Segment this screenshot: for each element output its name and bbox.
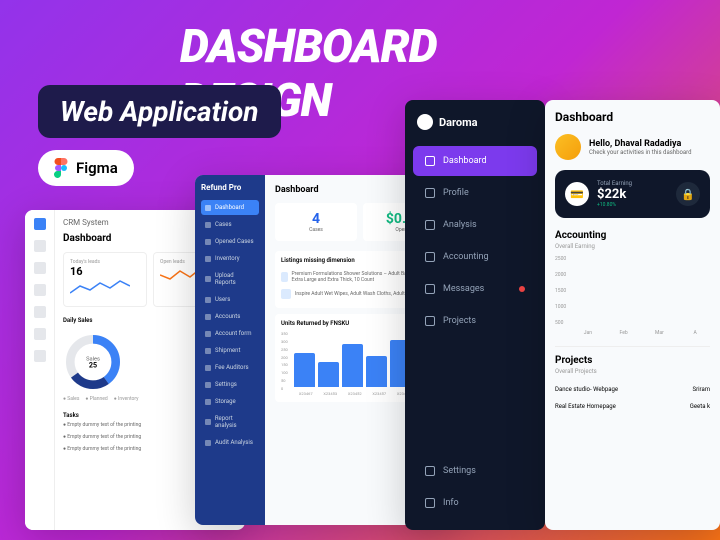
project-row[interactable]: Dance studio- WebpageSriram [555, 381, 710, 398]
donut-chart: Sales 25 [63, 332, 123, 392]
refund-nav-item[interactable]: Account form [201, 326, 259, 341]
figma-badge: Figma [38, 150, 134, 186]
earning-card[interactable]: 💳 Total Earning $22k +10.80% 🔒 [555, 170, 710, 218]
greeting-name: Hello, Dhaval Radadiya [589, 139, 692, 149]
daroma-nav-accounting[interactable]: Accounting [413, 242, 537, 272]
wallet-icon [425, 252, 435, 262]
lock-icon: 🔒 [676, 182, 700, 206]
daroma-nav-profile[interactable]: Profile [413, 178, 537, 208]
refund-brand: Refund Pro [201, 183, 259, 192]
daroma-nav-dashboard[interactable]: Dashboard [413, 146, 537, 176]
refund-nav-item[interactable]: Inventory [201, 251, 259, 266]
projects-title: Projects [555, 355, 710, 366]
x-axis: Jan Feb Mar A [555, 330, 710, 336]
project-row[interactable]: Real Estate HomepageGeeta k [555, 398, 710, 415]
figma-icon [54, 158, 68, 178]
crm-nav-item[interactable] [34, 262, 46, 274]
dashboard-panel: Dashboard Hello, Dhaval Radadiya Check y… [545, 100, 720, 530]
y-axis: 350300250200150100500 [281, 331, 290, 391]
daroma-nav-analysis[interactable]: Analysis [413, 210, 537, 240]
refund-sidebar: Refund Pro Dashboard Cases Opened Cases … [195, 175, 265, 525]
daroma-nav-info[interactable]: Info [413, 488, 537, 518]
daroma-nav-projects[interactable]: Projects [413, 306, 537, 336]
wallet-icon: 💳 [565, 182, 589, 206]
crm-nav-item[interactable] [34, 306, 46, 318]
subtitle-badge: Web Application [38, 85, 281, 138]
refund-nav-item[interactable]: Upload Reports [201, 268, 259, 290]
daroma-logo-icon [417, 114, 433, 130]
dash-title: Dashboard [555, 110, 710, 124]
crm-nav-item[interactable] [34, 240, 46, 252]
refund-nav-dashboard[interactable]: Dashboard [201, 200, 259, 215]
crm-nav-item[interactable] [34, 328, 46, 340]
daroma-nav-messages[interactable]: Messages [413, 274, 537, 304]
daroma-nav-settings[interactable]: Settings [413, 456, 537, 486]
refund-nav-item[interactable]: Opened Cases [201, 234, 259, 249]
refund-nav-item[interactable]: Settings [201, 377, 259, 392]
earning-growth: +10.80% [597, 202, 632, 208]
refund-nav-item[interactable]: Cases [201, 217, 259, 232]
figma-label: Figma [76, 159, 118, 177]
crm-card-value: 16 [70, 265, 140, 278]
refund-nav-item[interactable]: Audit Analysis [201, 435, 259, 450]
message-icon [425, 284, 435, 294]
avatar[interactable] [555, 134, 581, 160]
chart-icon [425, 220, 435, 230]
greeting-sub: Check your activities in this dashboard [589, 149, 692, 156]
refund-nav-item[interactable]: Storage [201, 394, 259, 409]
refund-nav-item[interactable]: Report analysis [201, 411, 259, 433]
crm-nav-item[interactable] [34, 284, 46, 296]
info-icon [425, 498, 435, 508]
daroma-sidebar: Daroma Dashboard Profile Analysis Accoun… [405, 100, 545, 530]
refund-nav-item[interactable]: Accounts [201, 309, 259, 324]
accounting-chart [570, 256, 588, 326]
projects-sub: Overall Projects [555, 368, 710, 375]
product-icon [281, 272, 288, 282]
accounting-title: Accounting [555, 230, 710, 241]
notification-dot-icon [519, 286, 525, 292]
y-axis: 2500200015001000500 [555, 256, 566, 326]
refund-nav-item[interactable]: Fee Auditors [201, 360, 259, 375]
crm-nav-item[interactable] [34, 350, 46, 362]
product-icon [281, 289, 291, 299]
grid-icon [205, 205, 211, 211]
svg-text:25: 25 [89, 361, 97, 370]
crm-sidebar [25, 210, 55, 530]
earning-value: $22k [597, 187, 632, 202]
gear-icon [425, 466, 435, 476]
accounting-sub: Overall Earning [555, 243, 710, 250]
daroma-brand: Daroma [405, 100, 545, 144]
edit-icon [425, 316, 435, 326]
user-icon [425, 188, 435, 198]
refund-nav-item[interactable]: Shipment [201, 343, 259, 358]
refund-nav-item[interactable]: Users [201, 292, 259, 307]
crm-nav-dashboard[interactable] [34, 218, 46, 230]
grid-icon [425, 156, 435, 166]
crm-card-leads[interactable]: Today's leads 16 [63, 252, 147, 307]
earning-label: Total Earning [597, 180, 632, 187]
stat-cases[interactable]: 4Cases [275, 203, 357, 241]
